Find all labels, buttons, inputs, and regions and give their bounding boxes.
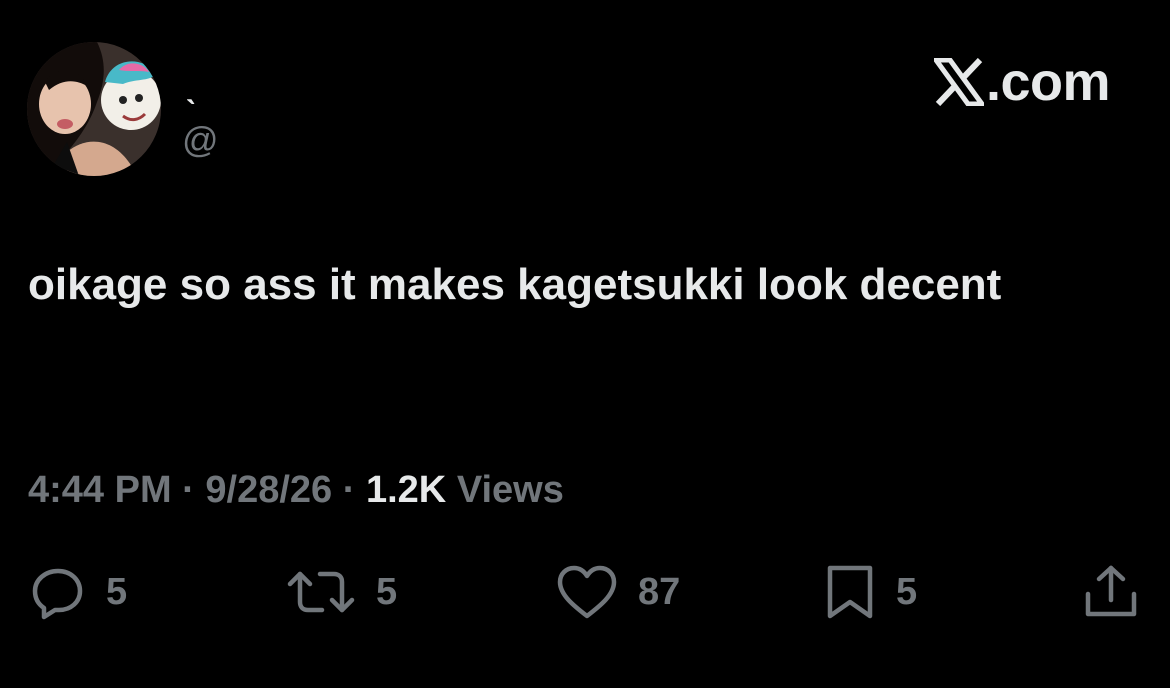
bookmark-icon [827,565,873,619]
repost-button[interactable]: 5 [284,562,397,622]
brand-domain-suffix: .com [985,52,1111,112]
bookmark-count: 5 [896,571,918,613]
x-brand: .com [933,52,1111,112]
repost-icon [287,571,355,613]
views-label: Views [446,469,564,511]
share-icon [1085,565,1137,617]
heart-icon [557,565,617,619]
reply-button[interactable]: 5 [28,562,127,622]
repost-count: 5 [376,571,398,613]
like-button[interactable]: 87 [554,562,680,622]
meta-separator: · [171,469,206,511]
tweet-date[interactable]: 9/28/26 [205,469,332,511]
like-count: 87 [638,571,681,613]
avatar-image [27,42,161,176]
meta-separator: · [332,469,366,511]
tweet-meta: 4:44 PM · 9/28/26 · 1.2K Views [28,466,564,514]
tweet-time[interactable]: 4:44 PM [28,469,172,511]
bookmark-button[interactable]: 5 [822,562,917,622]
avatar[interactable] [27,42,161,176]
share-button[interactable] [1080,562,1142,622]
views-count: 1.2K [365,469,447,511]
reply-icon [32,568,83,620]
reply-count: 5 [106,571,128,613]
x-logo-icon [933,58,984,106]
tweet-text: oikage so ass it makes kagetsukki look d… [28,260,1002,309]
author-display-name[interactable]: ˎ [186,66,197,106]
author-handle[interactable]: @ [182,120,219,160]
tweet-actions: 5 5 87 5 [0,562,1170,622]
